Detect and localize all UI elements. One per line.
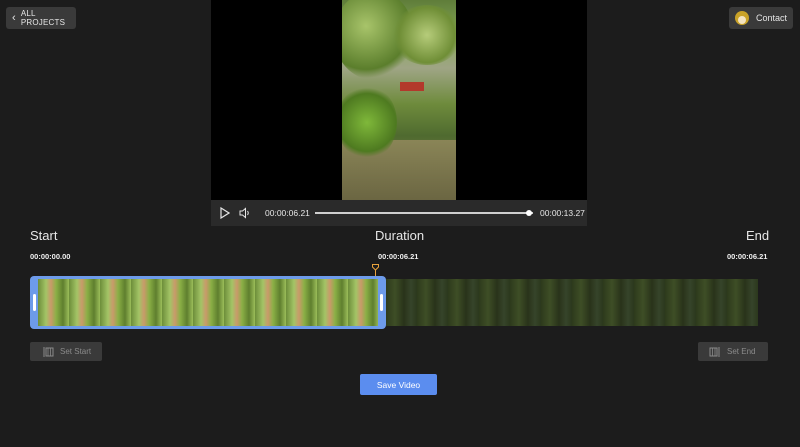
set-end-label: Set End bbox=[727, 347, 756, 356]
seek-bar[interactable] bbox=[315, 212, 533, 214]
trim-start-handle[interactable] bbox=[33, 294, 36, 311]
duration-heading: Duration bbox=[375, 228, 425, 243]
video-viewport[interactable] bbox=[211, 0, 587, 200]
video-frame-object bbox=[400, 82, 424, 91]
all-projects-label: ALL PROJECTS bbox=[20, 9, 66, 27]
timeline-filmstrip-unselected[interactable] bbox=[386, 279, 758, 326]
save-video-label: Save Video bbox=[376, 379, 421, 390]
all-projects-button[interactable]: ‹ ALL PROJECTS bbox=[6, 7, 76, 29]
start-heading: Start bbox=[30, 228, 58, 243]
contact-button[interactable]: Contact bbox=[729, 7, 793, 29]
set-start-button[interactable]: Set Start bbox=[30, 342, 102, 361]
timeline-filmstrip-selected bbox=[38, 279, 378, 326]
current-time: 00:00:06.21 bbox=[265, 208, 310, 218]
contact-label: Contact bbox=[756, 13, 788, 23]
avatar-icon bbox=[735, 11, 749, 25]
trim-end-handle[interactable] bbox=[380, 294, 383, 311]
set-start-icon bbox=[43, 346, 54, 357]
set-end-button[interactable]: Set End bbox=[698, 342, 768, 361]
set-start-label: Set Start bbox=[60, 347, 92, 356]
end-time-value: 00:00:06.21 bbox=[727, 252, 768, 261]
set-end-icon bbox=[709, 346, 720, 357]
video-player: 00:00:06.21 00:00:13.27 bbox=[211, 0, 587, 226]
save-video-button[interactable]: Save Video bbox=[360, 374, 437, 395]
trim-selection[interactable] bbox=[30, 276, 386, 329]
end-heading: End bbox=[746, 228, 770, 243]
playhead-marker-icon[interactable] bbox=[372, 264, 379, 276]
total-time: 00:00:13.27 bbox=[540, 208, 585, 218]
video-frame bbox=[342, 0, 456, 200]
video-frame-tree bbox=[392, 5, 456, 65]
play-icon[interactable] bbox=[220, 207, 230, 219]
volume-icon[interactable] bbox=[239, 207, 251, 219]
start-time-value: 00:00:00.00 bbox=[30, 252, 71, 261]
duration-time-value: 00:00:06.21 bbox=[378, 252, 419, 261]
player-controls: 00:00:06.21 00:00:13.27 bbox=[211, 200, 587, 226]
seek-handle[interactable] bbox=[525, 210, 532, 216]
chevron-left-icon: ‹ bbox=[12, 11, 16, 24]
